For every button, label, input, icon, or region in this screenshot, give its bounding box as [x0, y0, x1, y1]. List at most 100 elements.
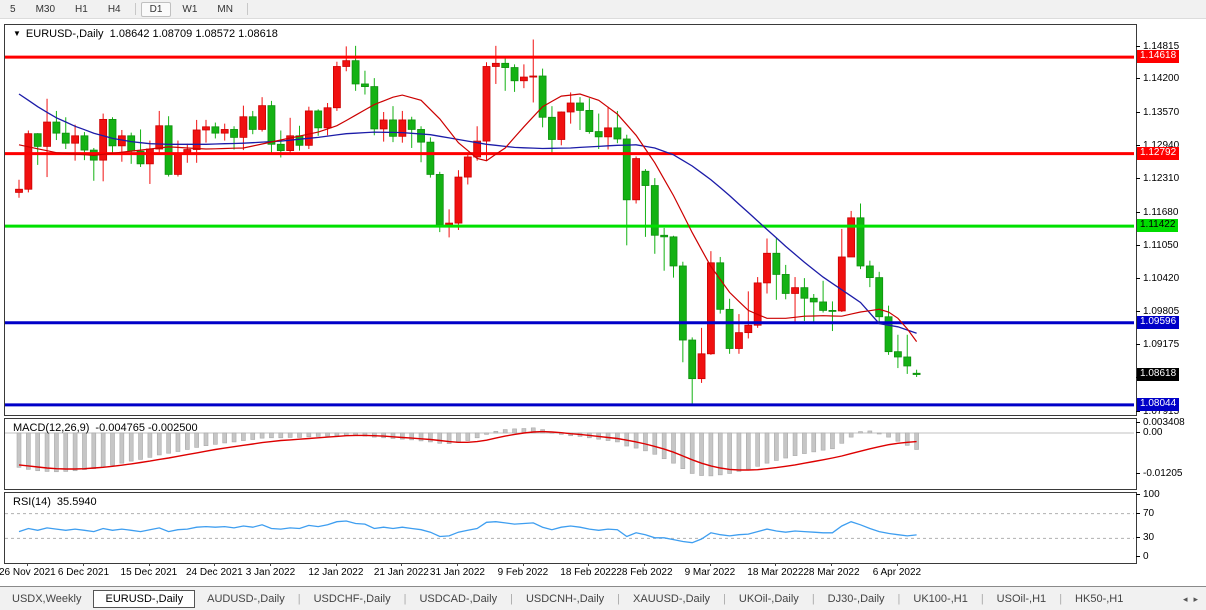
- date-label: 12 Jan 2022: [308, 567, 363, 578]
- chart-title: ▼EURUSD-,Daily 1.08642 1.08709 1.08572 1…: [13, 28, 278, 40]
- ohlc-close: 1.08618: [238, 28, 278, 40]
- date-tick: [644, 563, 645, 566]
- macd-indicator-panel[interactable]: MACD(12,26,9)-0.004765 -0.002500: [4, 418, 1137, 490]
- date-tick: [710, 563, 711, 566]
- rsi-canvas[interactable]: [5, 493, 1134, 561]
- timeframe-button-mn[interactable]: MN: [208, 2, 242, 17]
- price-tick-label: 1.09175: [1143, 339, 1179, 350]
- price-tick-label-tick: [1136, 78, 1140, 79]
- tab-usdcnh-[interactable]: USDCNH-,Daily: [514, 590, 616, 608]
- tab-scroll-right-icon[interactable]: ▸: [1193, 594, 1198, 605]
- date-label: 31 Jan 2022: [430, 567, 485, 578]
- price-level-badge: 1.08044: [1137, 398, 1179, 411]
- macd-axis-label-tick: [1136, 432, 1140, 433]
- date-tick: [336, 563, 337, 566]
- date-label: 15 Dec 2021: [121, 567, 178, 578]
- price-tick-label-tick: [1136, 278, 1140, 279]
- price-tick-label: 1.13570: [1143, 107, 1179, 118]
- date-axis: 26 Nov 20216 Dec 202115 Dec 202124 Dec 2…: [4, 563, 1136, 585]
- price-tick-label-tick: [1136, 46, 1140, 47]
- date-label: 9 Mar 2022: [685, 567, 736, 578]
- trading-terminal-window: 5M30H1H4D1W1MN ▼EURUSD-,Daily 1.08642 1.…: [0, 0, 1206, 610]
- macd-axis-label-tick: [1136, 422, 1140, 423]
- date-tick: [27, 563, 28, 566]
- price-level-badge: 1.08618: [1137, 368, 1179, 381]
- date-label: 18 Feb 2022: [560, 567, 616, 578]
- date-tick: [83, 563, 84, 566]
- date-label: 21 Jan 2022: [374, 567, 429, 578]
- price-tick-label-tick: [1136, 178, 1140, 179]
- price-tick-label: 1.10420: [1143, 273, 1179, 284]
- ohlc-low: 1.08572: [195, 28, 235, 40]
- price-tick-label: 1.11050: [1143, 240, 1178, 251]
- rsi-title: RSI(14) 35.5940: [13, 496, 97, 508]
- timeframe-button-5[interactable]: 5: [1, 2, 25, 17]
- chart-collapse-icon[interactable]: ▼: [13, 29, 21, 38]
- rsi-label: RSI(14): [13, 496, 51, 508]
- price-tick-label: 1.14200: [1143, 73, 1179, 84]
- macd-axis-label-tick: [1136, 473, 1140, 474]
- macd-values: -0.004765 -0.002500: [95, 422, 197, 434]
- date-tick: [523, 563, 524, 566]
- rsi-value: 35.5940: [57, 496, 97, 508]
- rsi-axis-label-tick: [1136, 537, 1140, 538]
- date-label: 28 Mar 2022: [803, 567, 859, 578]
- price-chart-canvas[interactable]: [5, 25, 1134, 413]
- price-tick-label-tick: [1136, 212, 1140, 213]
- date-tick: [270, 563, 271, 566]
- tab-audusd-[interactable]: AUDUSD-,Daily: [195, 590, 297, 608]
- rsi-axis-label: 30: [1143, 532, 1154, 543]
- rsi-indicator-panel[interactable]: RSI(14) 35.5940: [4, 492, 1137, 564]
- tab-uk100-[interactable]: UK100-,H1: [901, 590, 979, 608]
- rsi-axis-label: 0: [1143, 551, 1149, 562]
- date-label: 6 Dec 2021: [58, 567, 109, 578]
- rsi-axis-label-tick: [1136, 513, 1140, 514]
- timeframe-button-h1[interactable]: H1: [66, 2, 97, 17]
- macd-axis-label: 0.00: [1143, 427, 1162, 438]
- date-tick: [457, 563, 458, 566]
- date-label: 28 Feb 2022: [616, 567, 672, 578]
- price-tick-label-tick: [1136, 245, 1140, 246]
- ohlc-open: 1.08642: [110, 28, 150, 40]
- timeframe-button-w1[interactable]: W1: [173, 2, 206, 17]
- ohlc-high: 1.08709: [153, 28, 193, 40]
- date-label: 6 Apr 2022: [873, 567, 921, 578]
- tab-usdchf-[interactable]: USDCHF-,Daily: [302, 590, 403, 608]
- timeframe-button-h4[interactable]: H4: [99, 2, 130, 17]
- rsi-axis-label: 100: [1143, 489, 1160, 500]
- rsi-axis-label-tick: [1136, 494, 1140, 495]
- symbol-tab-bar: USDX,WeeklyEURUSD-,DailyAUDUSD-,Daily|US…: [0, 586, 1206, 610]
- date-label: 18 Mar 2022: [747, 567, 803, 578]
- price-level-badge: 1.14618: [1137, 50, 1179, 63]
- timeframe-button-d1[interactable]: D1: [141, 2, 172, 17]
- date-label: 26 Nov 2021: [0, 567, 56, 578]
- tab-dj30-[interactable]: DJ30-,Daily: [816, 590, 897, 608]
- tab-usoil-[interactable]: USOil-,H1: [985, 590, 1059, 608]
- tab-usdx[interactable]: USDX,Weekly: [0, 590, 93, 608]
- price-chart-panel[interactable]: ▼EURUSD-,Daily 1.08642 1.08709 1.08572 1…: [4, 24, 1137, 416]
- tab-scroll-nav: ◂ ▸: [1183, 594, 1206, 605]
- tab-scroll-left-icon[interactable]: ◂: [1183, 594, 1188, 605]
- tab-xauusd-[interactable]: XAUUSD-,Daily: [621, 590, 722, 608]
- timeframe-button-m30[interactable]: M30: [27, 2, 64, 17]
- date-tick: [401, 563, 402, 566]
- macd-axis-label: -0.01205: [1143, 468, 1182, 479]
- tab-hk50-[interactable]: HK50-,H1: [1063, 590, 1135, 608]
- price-level-badge: 1.09596: [1137, 316, 1179, 329]
- date-tick: [775, 563, 776, 566]
- price-tick-label-tick: [1136, 112, 1140, 113]
- price-tick-label-tick: [1136, 311, 1140, 312]
- tab-ukoil-[interactable]: UKOil-,Daily: [727, 590, 811, 608]
- tab-usdcad-[interactable]: USDCAD-,Daily: [407, 590, 509, 608]
- price-tick-label: 1.12310: [1143, 173, 1179, 184]
- rsi-axis-label-tick: [1136, 556, 1140, 557]
- date-tick: [214, 563, 215, 566]
- tab-eurusd-[interactable]: EURUSD-,Daily: [93, 590, 195, 608]
- date-tick: [897, 563, 898, 566]
- timeframe-toolbar: 5M30H1H4 D1W1MN: [0, 0, 1206, 19]
- price-tick-label: 1.11680: [1143, 207, 1178, 218]
- price-level-badge: 1.11422: [1137, 219, 1178, 232]
- date-label: 24 Dec 2021: [186, 567, 243, 578]
- date-label: 9 Feb 2022: [498, 567, 549, 578]
- date-tick: [831, 563, 832, 566]
